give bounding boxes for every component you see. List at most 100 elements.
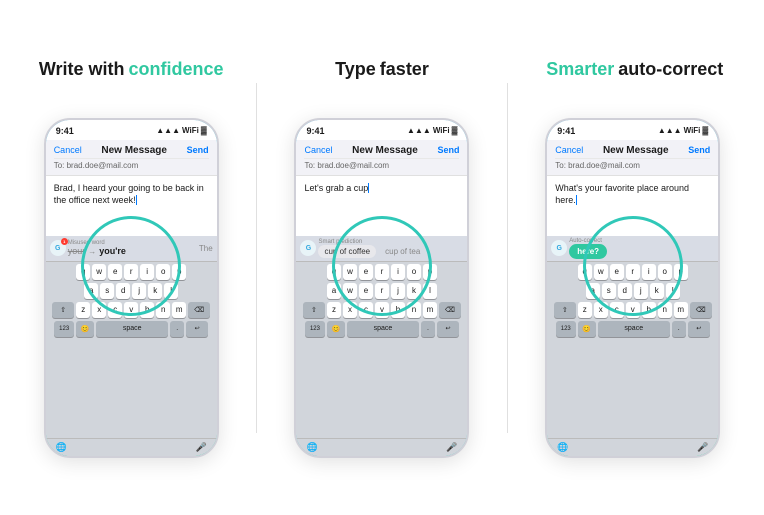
key-x-1[interactable]: x: [92, 302, 106, 318]
key-k-2[interactable]: k: [407, 283, 421, 299]
key-backspace-2[interactable]: ⌫: [439, 302, 461, 318]
mic-icon-1[interactable]: 🎤: [195, 442, 206, 453]
prediction-main-2[interactable]: cup of coffee: [318, 245, 376, 258]
key-space-1[interactable]: space: [96, 321, 168, 337]
key-i-3[interactable]: i: [642, 264, 656, 280]
key-j-1[interactable]: j: [132, 283, 146, 299]
key-b-2[interactable]: b: [391, 302, 405, 318]
key-numbers-3[interactable]: 123: [556, 321, 576, 337]
key-k-3[interactable]: k: [650, 283, 664, 299]
mail-send-3[interactable]: Send: [688, 145, 710, 155]
key-v-2[interactable]: v: [375, 302, 389, 318]
mail-send-1[interactable]: Send: [187, 145, 209, 155]
key-p-2[interactable]: p: [423, 264, 437, 280]
key-w-2b[interactable]: w: [343, 283, 357, 299]
key-w-1[interactable]: w: [92, 264, 106, 280]
key-r-1[interactable]: r: [124, 264, 138, 280]
prediction-alt-2[interactable]: cup of tea: [379, 245, 426, 258]
key-i-1[interactable]: i: [140, 264, 154, 280]
mic-icon-2[interactable]: 🎤: [446, 442, 457, 453]
key-m-2[interactable]: m: [423, 302, 437, 318]
key-p-1[interactable]: p: [172, 264, 186, 280]
phone-bottom-3: 🌐 🎤: [547, 438, 718, 456]
key-j-2[interactable]: j: [391, 283, 405, 299]
key-m-1[interactable]: m: [172, 302, 186, 318]
mail-cancel-1[interactable]: Cancel: [54, 145, 82, 155]
key-r-3[interactable]: r: [626, 264, 640, 280]
key-r-2[interactable]: r: [375, 264, 389, 280]
key-space-2[interactable]: space: [347, 321, 419, 337]
key-backspace-1[interactable]: ⌫: [188, 302, 210, 318]
key-o-1[interactable]: o: [156, 264, 170, 280]
key-o-3[interactable]: o: [658, 264, 672, 280]
key-c-3[interactable]: c: [610, 302, 624, 318]
key-numbers-2[interactable]: 123: [305, 321, 325, 337]
key-o-2[interactable]: o: [407, 264, 421, 280]
key-r-2b[interactable]: r: [375, 283, 389, 299]
key-x-3[interactable]: x: [594, 302, 608, 318]
key-n-3[interactable]: n: [658, 302, 672, 318]
key-p-3[interactable]: p: [674, 264, 688, 280]
key-period-3[interactable]: .: [672, 321, 686, 337]
key-numbers-1[interactable]: 123: [54, 321, 74, 337]
key-return-2[interactable]: ↩: [437, 321, 459, 337]
key-return-3[interactable]: ↩: [688, 321, 710, 337]
key-space-3[interactable]: space: [598, 321, 670, 337]
key-l-3[interactable]: l: [666, 283, 680, 299]
key-l-1[interactable]: l: [164, 283, 178, 299]
key-d-3[interactable]: d: [618, 283, 632, 299]
key-emoji-2[interactable]: 😊: [327, 321, 345, 337]
key-a-2[interactable]: a: [327, 283, 341, 299]
key-w-3[interactable]: w: [594, 264, 608, 280]
key-emoji-3[interactable]: 😊: [578, 321, 596, 337]
key-a-3[interactable]: a: [586, 283, 600, 299]
globe-icon-1[interactable]: 🌐: [56, 442, 67, 453]
key-shift-2[interactable]: ⇧: [303, 302, 325, 318]
key-d-1[interactable]: d: [116, 283, 130, 299]
key-n-2[interactable]: n: [407, 302, 421, 318]
key-z-2[interactable]: z: [327, 302, 341, 318]
globe-icon-2[interactable]: 🌐: [306, 442, 317, 453]
key-j-3[interactable]: j: [634, 283, 648, 299]
autocorrect-word-3[interactable]: here?: [569, 244, 607, 259]
key-z-1[interactable]: z: [76, 302, 90, 318]
mail-send-2[interactable]: Send: [437, 145, 459, 155]
key-e-1[interactable]: e: [108, 264, 122, 280]
mail-cancel-3[interactable]: Cancel: [555, 145, 583, 155]
globe-icon-3[interactable]: 🌐: [557, 442, 568, 453]
key-q-3[interactable]: q: [578, 264, 592, 280]
key-m-3[interactable]: m: [674, 302, 688, 318]
key-k-1[interactable]: k: [148, 283, 162, 299]
key-a-1[interactable]: a: [84, 283, 98, 299]
key-return-1[interactable]: ↩: [186, 321, 208, 337]
key-b-1[interactable]: b: [140, 302, 154, 318]
key-shift-1[interactable]: ⇧: [52, 302, 74, 318]
key-backspace-3[interactable]: ⌫: [690, 302, 712, 318]
key-shift-3[interactable]: ⇧: [554, 302, 576, 318]
key-v-1[interactable]: v: [124, 302, 138, 318]
key-x-2[interactable]: x: [343, 302, 357, 318]
key-b-3[interactable]: b: [642, 302, 656, 318]
key-q-1[interactable]: q: [76, 264, 90, 280]
key-emoji-1[interactable]: 😊: [76, 321, 94, 337]
key-period-2[interactable]: .: [421, 321, 435, 337]
key-period-1[interactable]: .: [170, 321, 184, 337]
key-z-3[interactable]: z: [578, 302, 592, 318]
status-bar-1: 9:41 ▲▲▲ WiFi ▓: [46, 120, 217, 140]
key-e-2b[interactable]: e: [359, 283, 373, 299]
key-c-2[interactable]: c: [359, 302, 373, 318]
key-e-3[interactable]: e: [610, 264, 624, 280]
key-n-1[interactable]: n: [156, 302, 170, 318]
key-l-2[interactable]: l: [423, 283, 437, 299]
key-s-3[interactable]: s: [602, 283, 616, 299]
mail-cancel-2[interactable]: Cancel: [304, 145, 332, 155]
key-v-3[interactable]: v: [626, 302, 640, 318]
key-e-2[interactable]: e: [359, 264, 373, 280]
key-c-1[interactable]: c: [108, 302, 122, 318]
key-s-1[interactable]: s: [100, 283, 114, 299]
mail-header-1: Cancel New Message Send To: brad.doe@mai…: [46, 140, 217, 176]
key-i-2[interactable]: i: [391, 264, 405, 280]
key-q-2[interactable]: q: [327, 264, 341, 280]
mic-icon-3[interactable]: 🎤: [697, 442, 708, 453]
key-w-2[interactable]: w: [343, 264, 357, 280]
